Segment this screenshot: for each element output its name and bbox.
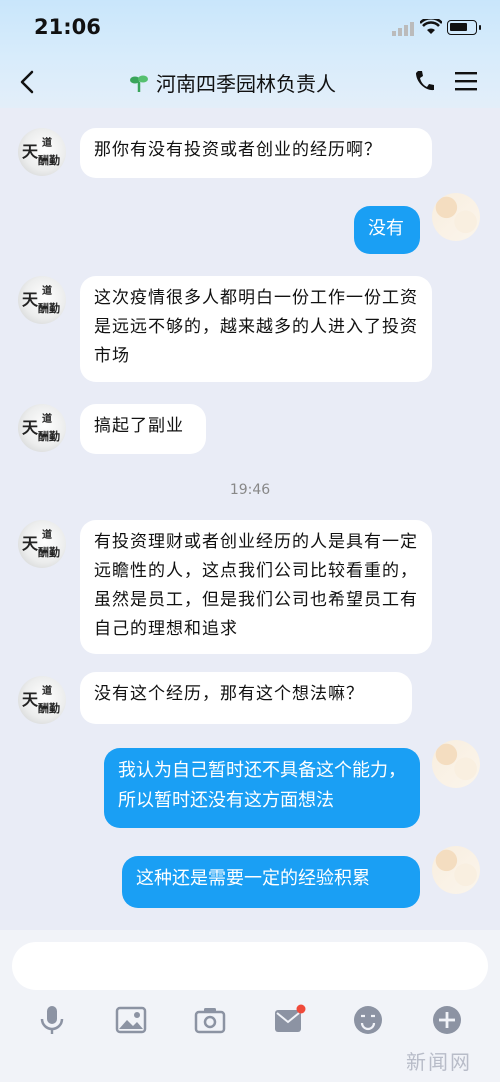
avatar-char-3: 酬勤 (38, 154, 60, 167)
status-bar: 21:06 (0, 0, 500, 58)
battery-icon (447, 20, 481, 35)
message-bubble-incoming[interactable]: 搞起了副业 (80, 404, 206, 454)
back-arrow-icon[interactable] (14, 68, 42, 96)
avatar-char-2: 道 (42, 286, 52, 297)
message-bubble-incoming[interactable]: 那你有没有投资或者创业的经历啊？ (80, 128, 432, 178)
self-avatar[interactable] (432, 193, 480, 241)
avatar-char-3: 酬勤 (38, 430, 60, 443)
avatar-char-2: 道 (42, 138, 52, 149)
message-bubble-outgoing[interactable]: 没有 (354, 206, 420, 254)
avatar-char-1: 天 (22, 418, 39, 437)
avatar-char-1: 天 (22, 534, 39, 553)
message-bubble-incoming[interactable]: 有投资理财或者创业经历的人是具有一定远瞻性的人，这点我们公司比较看重的，虽然是员… (80, 520, 432, 654)
avatar-char-2: 道 (42, 414, 52, 425)
avatar-char-2: 道 (42, 686, 52, 697)
camera-icon[interactable] (192, 1002, 228, 1038)
avatar-char-1: 天 (22, 290, 39, 309)
menu-icon[interactable] (455, 71, 477, 91)
contact-avatar[interactable]: 天 道 酬勤 (18, 128, 66, 176)
avatar-char-2: 道 (42, 530, 52, 541)
mic-icon[interactable] (34, 1002, 70, 1038)
self-avatar[interactable] (432, 740, 480, 788)
avatar-char-1: 天 (22, 690, 39, 709)
chat-title: 河南四季园林负责人 (156, 72, 336, 96)
contact-avatar[interactable]: 天 道 酬勤 (18, 676, 66, 724)
avatar-char-3: 酬勤 (38, 302, 60, 315)
message-bubble-incoming[interactable]: 这次疫情很多人都明白一份工作一份工资是远远不够的，越来越多的人进入了投资市场 (80, 276, 432, 382)
self-avatar[interactable] (432, 846, 480, 894)
avatar-char-3: 酬勤 (38, 702, 60, 715)
phone-icon[interactable] (413, 69, 435, 93)
image-icon[interactable] (113, 1002, 149, 1038)
message-input[interactable] (12, 942, 488, 990)
chat-header: 河南四季园林负责人 (0, 58, 500, 108)
avatar-char-1: 天 (22, 142, 39, 161)
status-time: 21:06 (34, 15, 101, 39)
signal-icon (392, 22, 414, 36)
chat-title-group[interactable]: 河南四季园林负责人 (130, 68, 336, 97)
contact-avatar[interactable]: 天 道 酬勤 (18, 276, 66, 324)
emoji-icon[interactable] (350, 1002, 386, 1038)
timestamp: 19:46 (229, 482, 271, 498)
wifi-icon (420, 19, 442, 34)
message-bubble-incoming[interactable]: 没有这个经历，那有这个想法嘛？ (80, 672, 412, 724)
watermark: 新闻网 (406, 1050, 472, 1074)
sprout-icon (130, 75, 148, 92)
plus-icon[interactable] (429, 1002, 465, 1038)
contact-avatar[interactable]: 天 道 酬勤 (18, 404, 66, 452)
message-bubble-outgoing[interactable]: 我认为自己暂时还不具备这个能力，所以暂时还没有这方面想法 (104, 748, 420, 828)
contact-avatar[interactable]: 天 道 酬勤 (18, 520, 66, 568)
envelope-icon[interactable] (271, 1002, 307, 1038)
avatar-char-3: 酬勤 (38, 546, 60, 559)
message-bubble-outgoing[interactable]: 这种还是需要一定的经验积累 (122, 856, 420, 908)
